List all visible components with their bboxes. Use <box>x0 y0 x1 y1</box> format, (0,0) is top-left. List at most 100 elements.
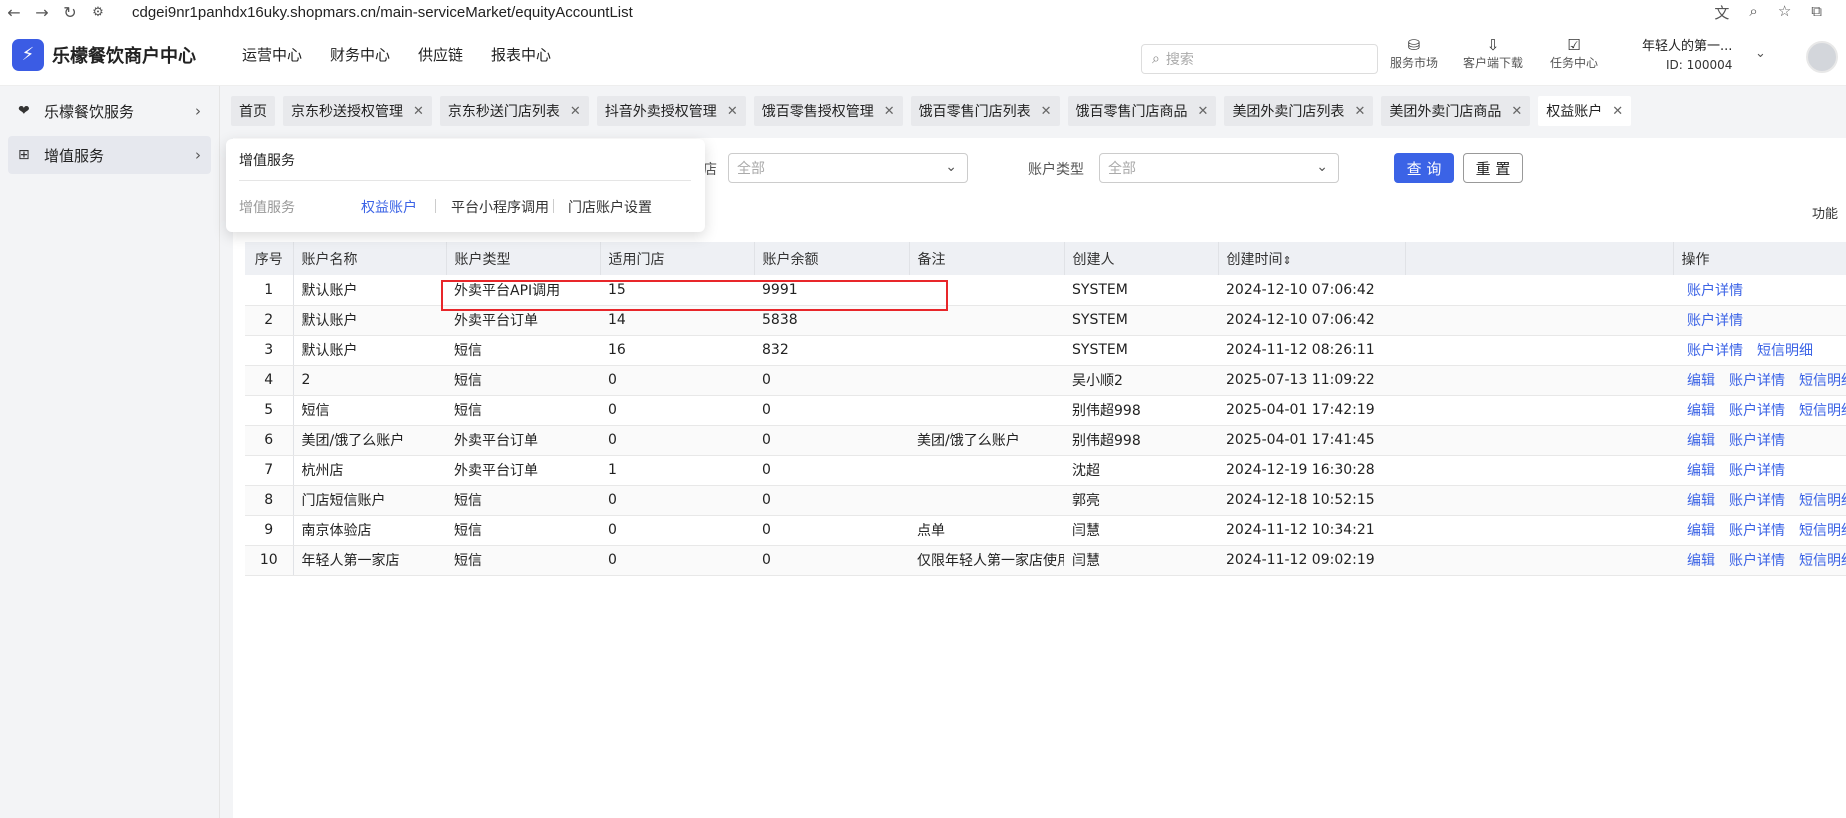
edit-link[interactable]: 编辑 <box>1687 553 1715 569</box>
user-name: 年轻人的第一... <box>1642 39 1733 54</box>
tab-ebai-products[interactable]: 饿百零售门店商品 ✕ <box>1067 96 1217 126</box>
back-arrow-icon[interactable]: ← <box>0 3 28 22</box>
tab-home[interactable]: 首页 <box>231 96 275 126</box>
store-count: 0 <box>600 395 754 426</box>
close-icon[interactable]: ✕ <box>1354 104 1365 119</box>
account-detail-link[interactable]: 账户详情 <box>1687 283 1743 299</box>
account-type: 短信 <box>446 515 600 546</box>
edit-link[interactable]: 编辑 <box>1687 493 1715 509</box>
tab-douyin-auth[interactable]: 抖音外卖授权管理 ✕ <box>596 96 746 126</box>
row-actions: 编辑 账户详情 <box>1673 455 1846 486</box>
user-menu[interactable]: 年轻人的第一... ID: 100004 <box>1642 38 1732 74</box>
account-detail-link[interactable]: 账户详情 <box>1687 343 1743 359</box>
creator: 吴小顺2 <box>1064 365 1218 396</box>
menu-item-reports[interactable]: 报表中心 <box>491 44 551 65</box>
edit-link[interactable]: 编辑 <box>1687 373 1715 389</box>
account-type: 外卖平台API调用 <box>446 275 600 306</box>
close-icon[interactable]: ✕ <box>1612 104 1623 119</box>
spacer-cell <box>1405 455 1673 486</box>
tab-label: 京东秒送授权管理 <box>291 104 403 120</box>
tab-jd-stores[interactable]: 京东秒送门店列表 ✕ <box>439 96 589 126</box>
account-detail-link[interactable]: 账户详情 <box>1687 313 1743 329</box>
row-actions: 编辑账户详情短信明细 <box>1673 395 1846 426</box>
bookmark-star-icon[interactable]: ☆ <box>1778 2 1791 23</box>
account-type-select[interactable]: 全部 ⌄ <box>1099 153 1339 183</box>
dropdown-link-store-account[interactable]: 门店账户设置 <box>568 197 652 217</box>
tab-ebai-stores[interactable]: 饿百零售门店列表 ✕ <box>910 96 1060 126</box>
dropdown-link-equity-account[interactable]: 权益账户 <box>361 197 417 217</box>
sms-detail-link[interactable]: 短信明细 <box>1799 373 1846 389</box>
edit-link[interactable]: 编辑 <box>1687 523 1715 539</box>
close-icon[interactable]: ✕ <box>1041 104 1052 119</box>
dropdown-link-mini-program[interactable]: 平台小程序调用 <box>451 197 549 217</box>
spacer-cell <box>1405 545 1673 576</box>
account-detail-link[interactable]: 账户详情 <box>1729 433 1785 449</box>
close-icon[interactable]: ✕ <box>1198 104 1209 119</box>
row-actions: 编辑账户详情短信明细 <box>1673 515 1846 546</box>
forward-arrow-icon[interactable]: → <box>28 3 56 22</box>
edit-link[interactable]: 编辑 <box>1687 463 1715 479</box>
sidebar-item-value-added[interactable]: ⊞ 增值服务 › <box>8 136 211 174</box>
menu-item-supply-chain[interactable]: 供应链 <box>418 44 463 65</box>
tab-meituan-stores[interactable]: 美团外卖门店列表 ✕ <box>1224 96 1374 126</box>
zoom-icon[interactable]: ⌕ <box>1749 2 1757 23</box>
tab-meituan-products[interactable]: 美团外卖门店商品 ✕ <box>1381 96 1531 126</box>
tab-jd-auth[interactable]: 京东秒送授权管理 ✕ <box>283 96 432 126</box>
creator: 沈超 <box>1064 455 1218 486</box>
tab-ebai-auth[interactable]: 饿百零售授权管理 ✕ <box>753 96 903 126</box>
store-count: 1 <box>600 455 754 486</box>
sms-detail-link[interactable]: 短信明细 <box>1799 553 1846 569</box>
service-market-button[interactable]: ⛁ 服务市场 <box>1390 36 1438 71</box>
tab-equity-account[interactable]: 权益账户 ✕ <box>1538 96 1632 126</box>
menu-item-finance[interactable]: 财务中心 <box>330 44 390 65</box>
menu-item-operations[interactable]: 运营中心 <box>242 44 302 65</box>
chevron-down-icon[interactable]: ⌄ <box>1755 46 1766 61</box>
sms-detail-link[interactable]: 短信明细 <box>1799 403 1846 419</box>
sidebar-item-restaurant-service[interactable]: ❤ 乐檬餐饮服务 › <box>8 92 211 130</box>
site-info-icon[interactable]: ⚙ <box>84 5 112 20</box>
sms-detail-link[interactable]: 短信明细 <box>1757 343 1813 359</box>
account-type: 短信 <box>446 485 600 516</box>
task-center-button[interactable]: ☑ 任务中心 <box>1550 36 1598 71</box>
sort-icon[interactable]: ⇕ <box>1283 254 1292 267</box>
address-field[interactable]: cdgei9nr1panhdx16uky.shopmars.cn/main-se… <box>112 4 1714 21</box>
reload-icon[interactable]: ↻ <box>56 3 84 22</box>
account-detail-link[interactable]: 账户详情 <box>1729 553 1785 569</box>
edit-link[interactable]: 编辑 <box>1687 403 1715 419</box>
remark: 仅限年轻人第一家店使用 <box>909 545 1064 576</box>
close-icon[interactable]: ✕ <box>413 104 424 119</box>
account-balance: 0 <box>754 425 909 456</box>
function-menu[interactable]: 功能 <box>1812 203 1838 222</box>
account-detail-link[interactable]: 账户详情 <box>1729 373 1785 389</box>
row-index: 9 <box>245 515 294 546</box>
translate-icon[interactable]: 文 <box>1714 2 1729 23</box>
tab-label: 美团外卖门店商品 <box>1389 104 1502 120</box>
client-download-button[interactable]: ⇩ 客户端下载 <box>1463 36 1523 71</box>
divider <box>435 199 436 213</box>
sms-detail-link[interactable]: 短信明细 <box>1799 493 1846 509</box>
table-row: 10 年轻人第一家店 短信 0 0 仅限年轻人第一家店使用 闫慧 2024-11-12 09:… <box>245 545 1846 576</box>
chevron-right-icon: › <box>195 102 201 120</box>
account-detail-link[interactable]: 账户详情 <box>1729 403 1785 419</box>
search-icon: ⌕ <box>1152 51 1160 67</box>
store-select[interactable]: 全部 ⌄ <box>728 153 968 183</box>
close-icon[interactable]: ✕ <box>884 104 895 119</box>
account-detail-link[interactable]: 账户详情 <box>1729 523 1785 539</box>
creator: 别伟超998 <box>1064 395 1218 426</box>
account-detail-link[interactable]: 账户详情 <box>1729 493 1785 509</box>
creator: SYSTEM <box>1064 275 1218 306</box>
search-input[interactable]: ⌕ 搜索 <box>1141 44 1378 74</box>
close-icon[interactable]: ✕ <box>727 104 738 119</box>
extensions-icon[interactable]: ⧉ <box>1811 2 1822 23</box>
avatar[interactable] <box>1806 41 1838 73</box>
app-logo[interactable]: ⚡ 乐檬餐饮商户中心 <box>12 38 242 71</box>
query-button[interactable]: 查 询 <box>1394 153 1454 183</box>
reset-button[interactable]: 重 置 <box>1463 153 1523 183</box>
edit-link[interactable]: 编辑 <box>1687 433 1715 449</box>
account-detail-link[interactable]: 账户详情 <box>1729 463 1785 479</box>
close-icon[interactable]: ✕ <box>1511 104 1522 119</box>
remark <box>909 365 1064 396</box>
column-header-sortable[interactable]: 创建时间⇕ <box>1218 242 1406 275</box>
sms-detail-link[interactable]: 短信明细 <box>1799 523 1846 539</box>
close-icon[interactable]: ✕ <box>570 104 581 119</box>
